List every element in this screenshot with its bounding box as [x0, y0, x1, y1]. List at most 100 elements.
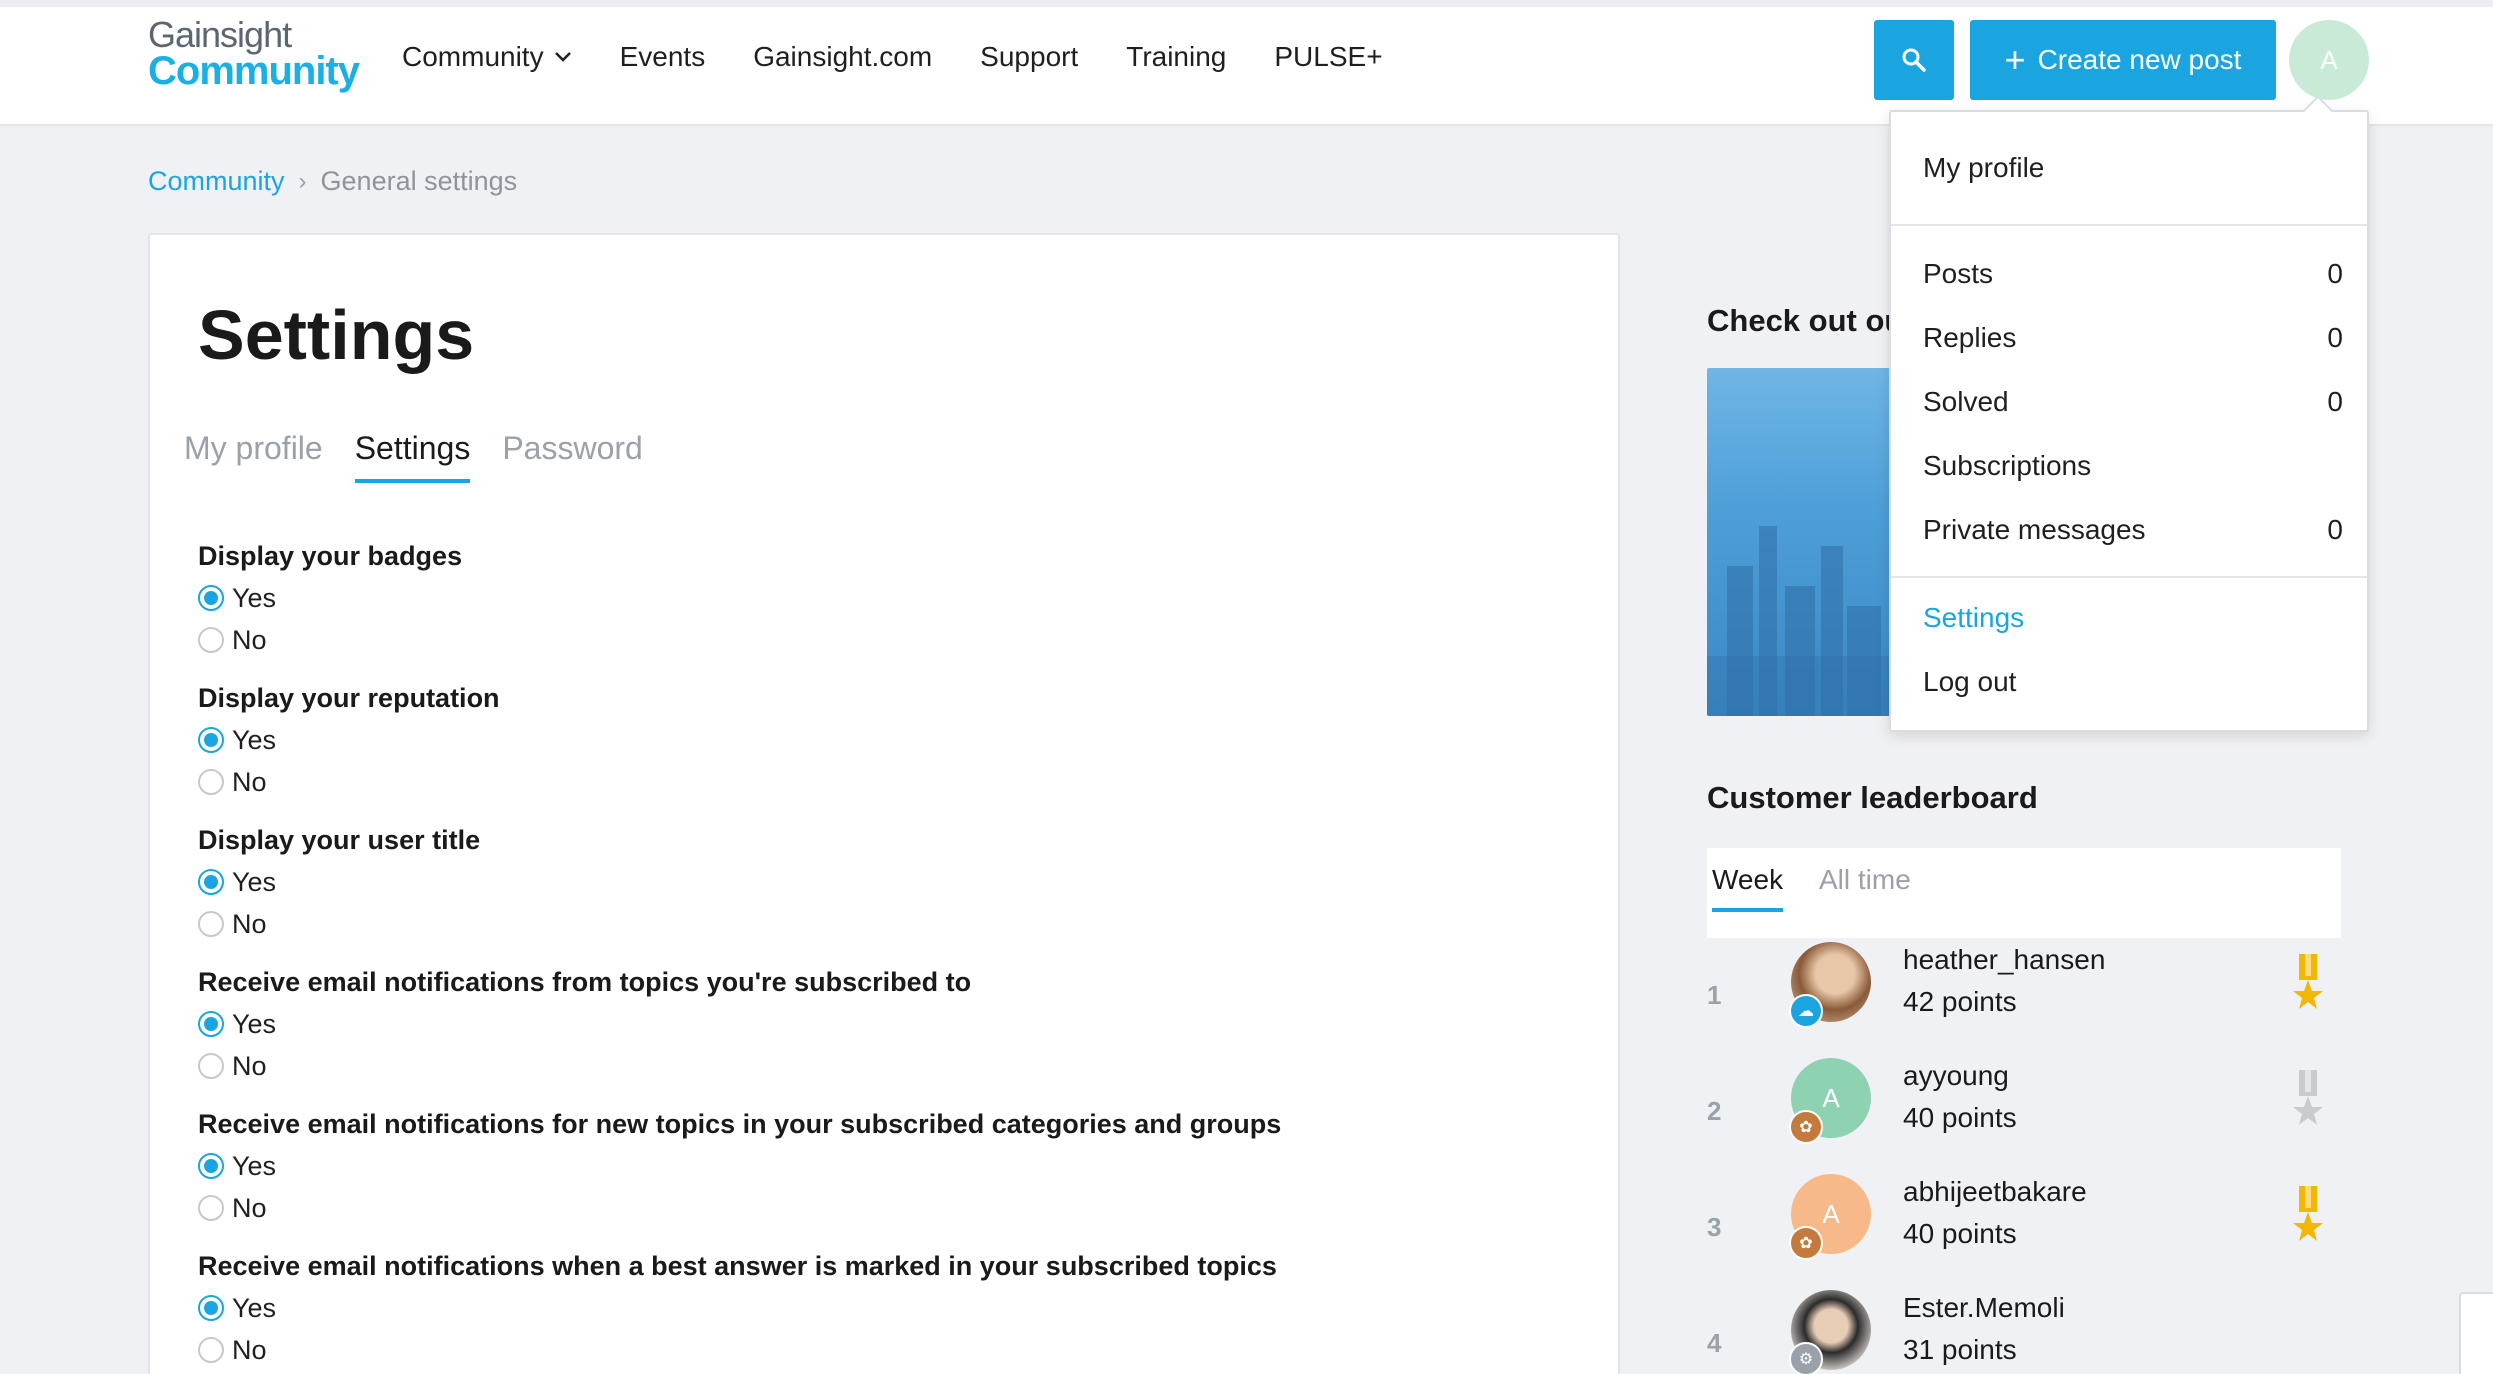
search-button[interactable] [1874, 20, 1954, 100]
scroll-to-top-button[interactable] [2459, 1292, 2493, 1374]
radio-button-unchecked[interactable] [198, 769, 224, 795]
radio-yes-option[interactable]: Yes [198, 719, 1578, 761]
setting-label: Receive email notifications from topics … [198, 967, 972, 997]
radio-button-unchecked[interactable] [198, 1337, 224, 1363]
menu-item-solved[interactable]: Solved 0 [1923, 386, 2343, 418]
leaderboard-username[interactable]: ayyoung [1903, 1060, 2009, 1092]
leaderboard-username[interactable]: abhijeetbakare [1903, 1176, 2087, 1208]
radio-button-unchecked[interactable] [198, 1053, 224, 1079]
leaderboard-points: 40 points [1903, 1218, 2017, 1249]
nav-community-label: Community [402, 41, 544, 72]
radio-button-checked[interactable] [198, 727, 224, 753]
radio-label-no: No [232, 908, 267, 939]
leaderboard-username[interactable]: heather_hansen [1903, 944, 2105, 976]
leaderboard-title: Customer leaderboard [1707, 780, 2038, 815]
avatar[interactable]: ☁ [1789, 942, 1871, 1028]
setting-label: Display your reputation [198, 683, 500, 713]
menu-item-log-out[interactable]: Log out [1923, 666, 2343, 698]
radio-label-no: No [232, 1050, 267, 1081]
nav-support[interactable]: Support [980, 41, 1078, 73]
radio-button-checked[interactable] [198, 1295, 224, 1321]
radio-label-no: No [232, 624, 267, 655]
leaderboard-row[interactable]: 4 ⚙ Ester.Memoli 31 points [1707, 1290, 2341, 1374]
menu-item-count: 0 [2327, 322, 2343, 353]
top-header: Gainsight Community Community Events Gai… [0, 0, 2493, 126]
breadcrumb: Community › General settings [148, 166, 517, 197]
nav-community[interactable]: Community [402, 41, 572, 73]
leaderboard-points: 40 points [1903, 1102, 2017, 1133]
leaderboard-tab-week[interactable]: Week [1712, 864, 1784, 912]
tab-password[interactable]: Password [502, 430, 643, 483]
radio-yes-option[interactable]: Yes [198, 1003, 1578, 1045]
menu-item-settings[interactable]: Settings [1923, 602, 2343, 634]
avatar[interactable]: A ✿ [1789, 1058, 1871, 1144]
menu-item-label: My profile [1923, 152, 2045, 183]
nav-events[interactable]: Events [620, 41, 706, 73]
radio-button-unchecked[interactable] [198, 1195, 224, 1221]
radio-button-unchecked[interactable] [198, 627, 224, 653]
create-new-post-button[interactable]: + Create new post [1970, 20, 2276, 100]
avatar[interactable]: A ✿ [1789, 1174, 1871, 1260]
plus-icon: + [2004, 39, 2026, 80]
radio-label-no: No [232, 1192, 267, 1223]
radio-no-option[interactable]: No [198, 903, 1578, 945]
settings-card: Settings My profile Settings Password Di… [148, 233, 1620, 1374]
page-title: Settings [198, 296, 475, 374]
avatar[interactable]: ⚙ [1789, 1290, 1871, 1374]
main-nav: Community Events Gainsight.com Support T… [402, 41, 1383, 73]
radio-label-yes: Yes [232, 866, 277, 897]
tab-settings[interactable]: Settings [354, 430, 471, 483]
leaderboard-tabs: Week All time [1707, 848, 2341, 938]
radio-no-option[interactable]: No [198, 761, 1578, 803]
user-dropdown-menu: My profile Posts 0 Replies 0 Solved 0 Su… [1889, 110, 2369, 732]
leaderboard-row[interactable]: 2 A ✿ ayyoung 40 points [1707, 1058, 2341, 1174]
radio-yes-option[interactable]: Yes [198, 1145, 1578, 1187]
avatar-initial: A [1822, 1198, 1840, 1229]
nav-pulse-plus[interactable]: PULSE+ [1274, 41, 1382, 73]
radio-button-unchecked[interactable] [198, 911, 224, 937]
radio-label-no: No [232, 766, 267, 797]
radio-button-checked[interactable] [198, 1011, 224, 1037]
setting-label: Receive email notifications when a best … [198, 1251, 1277, 1281]
profile-tabs: My profile Settings Password [184, 430, 643, 483]
nav-training[interactable]: Training [1126, 41, 1226, 73]
menu-item-replies[interactable]: Replies 0 [1923, 322, 2343, 354]
radio-label-yes: Yes [232, 1008, 277, 1039]
leaderboard-row[interactable]: 1 ☁ heather_hansen 42 points [1707, 942, 2341, 1058]
leaderboard-tab-all-time[interactable]: All time [1819, 864, 1911, 908]
user-avatar-button[interactable]: A [2289, 20, 2369, 100]
radio-no-option[interactable]: No [198, 1045, 1578, 1087]
leaderboard-list: 1 ☁ heather_hansen 42 points 2 A ✿ ayyou… [1707, 942, 2341, 1374]
avatar-initial: A [1822, 1082, 1840, 1113]
menu-divider [1891, 224, 2367, 226]
menu-item-label: Log out [1923, 666, 2017, 697]
setting-email-best-answer: Receive email notifications when a best … [198, 1245, 1578, 1374]
breadcrumb-separator-icon: › [298, 167, 307, 195]
menu-item-posts[interactable]: Posts 0 [1923, 258, 2343, 290]
nav-gainsight-com[interactable]: Gainsight.com [753, 41, 932, 73]
breadcrumb-community-link[interactable]: Community [148, 166, 285, 197]
radio-yes-option[interactable]: Yes [198, 861, 1578, 903]
radio-yes-option[interactable]: Yes [198, 1287, 1578, 1329]
gainsight-community-logo[interactable]: Gainsight Community [148, 17, 360, 92]
radio-no-option[interactable]: No [198, 1329, 1578, 1371]
leaderboard-rank: 4 [1707, 1328, 1722, 1358]
menu-item-my-profile[interactable]: My profile [1923, 152, 2343, 184]
radio-label-yes: Yes [232, 724, 277, 755]
setting-label: Receive email notifications for new topi… [198, 1109, 1282, 1139]
radio-no-option[interactable]: No [198, 1187, 1578, 1229]
radio-button-checked[interactable] [198, 1153, 224, 1179]
menu-item-private-messages[interactable]: Private messages 0 [1923, 514, 2343, 546]
radio-no-option[interactable]: No [198, 619, 1578, 661]
leaderboard-username[interactable]: Ester.Memoli [1903, 1292, 2065, 1324]
leaderboard-row[interactable]: 3 A ✿ abhijeetbakare 40 points [1707, 1174, 2341, 1290]
menu-item-label: Settings [1923, 602, 2025, 633]
tab-my-profile[interactable]: My profile [184, 430, 323, 483]
radio-button-checked[interactable] [198, 585, 224, 611]
radio-yes-option[interactable]: Yes [198, 577, 1578, 619]
avatar-initial: A [2320, 44, 2338, 75]
radio-button-checked[interactable] [198, 869, 224, 895]
menu-item-subscriptions[interactable]: Subscriptions [1923, 450, 2343, 482]
menu-item-count: 0 [2327, 514, 2343, 545]
rank-badge-icon: ✿ [1789, 1226, 1823, 1260]
